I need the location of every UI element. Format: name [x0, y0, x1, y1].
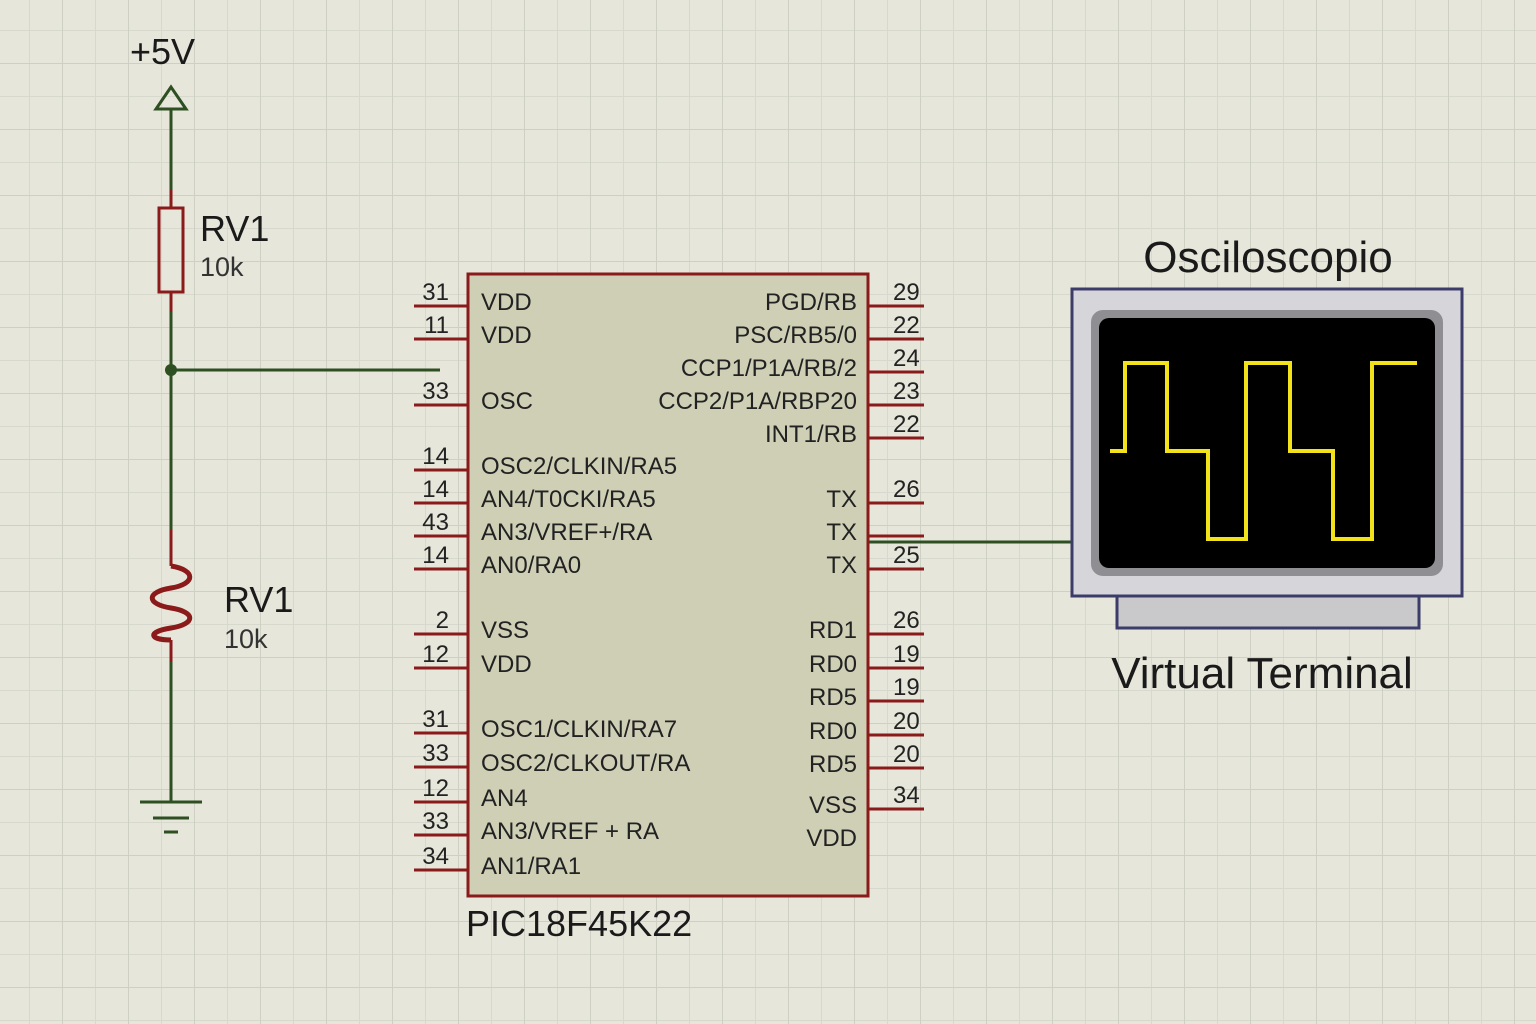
pin-number: 24	[893, 345, 920, 372]
pin-name: INT1/RB	[765, 421, 857, 448]
pin-number: 22	[893, 411, 920, 438]
pin-number: 25	[893, 542, 920, 569]
pin-name: AN3/VREF+/RA	[481, 519, 652, 546]
pin-number: 33	[422, 378, 449, 405]
pin-name: VDD	[806, 825, 857, 852]
pin-number: 12	[422, 775, 449, 802]
pin-name: AN4/T0CKI/RA5	[481, 486, 656, 513]
pin-name: RD5	[809, 751, 857, 778]
oscilloscope[interactable]	[1070, 287, 1464, 630]
pin-number: 14	[422, 443, 449, 470]
pin-number: 34	[422, 843, 449, 870]
pin-number: 43	[422, 509, 449, 536]
pin-name: TX	[826, 552, 857, 579]
pin-number: 31	[422, 706, 449, 733]
pin-number: 29	[893, 279, 920, 306]
pin-number: 14	[422, 476, 449, 503]
pin-number: 19	[893, 674, 920, 701]
mcu-part-label: PIC18F45K22	[466, 903, 692, 944]
pin-number: 33	[422, 740, 449, 767]
pin-name: VSS	[481, 617, 529, 644]
pin-number: 11	[424, 312, 449, 339]
pin-number: 22	[893, 312, 920, 339]
pin-name: AN1/RA1	[481, 853, 581, 880]
pin-number: 2	[436, 607, 449, 634]
oscilloscope-title: Osciloscopio	[1143, 233, 1392, 282]
pin-name: OSC1/CLKIN/RA7	[481, 716, 677, 743]
pin-name: TX	[826, 486, 857, 513]
pin-number: 34	[893, 782, 920, 809]
pin-number: 23	[893, 378, 920, 405]
potentiometer[interactable]	[149, 530, 193, 662]
pin-number: 26	[893, 607, 920, 634]
pin-name: RD0	[809, 651, 857, 678]
pin-name: VSS	[809, 792, 857, 819]
pin-number: 20	[893, 741, 920, 768]
power-arrow-icon	[153, 84, 189, 190]
pin-number: 26	[893, 476, 920, 503]
resistor[interactable]	[157, 190, 185, 312]
pin-name: VDD	[481, 651, 532, 678]
pin-name: AN4	[481, 785, 528, 812]
schematic-canvas: +5V RV1 10k RV1 10k PIC18F45K22 31 VDD 11 V…	[130, 31, 1464, 944]
pin-name: TX	[826, 519, 857, 546]
pin-number: 31	[422, 279, 449, 306]
pin-name: AN0/RA0	[481, 552, 581, 579]
pin-name: PGD/RB	[765, 289, 857, 316]
pin-number: 12	[422, 641, 449, 668]
pin-name: PSC/RB5/0	[734, 322, 857, 349]
junction-dot	[165, 364, 177, 376]
oscilloscope-caption: Virtual Terminal	[1111, 649, 1413, 698]
ground-icon	[140, 800, 202, 834]
pin-name: CCP1/P1A/RB/2	[681, 355, 857, 382]
pin-name: OSC2/CLKOUT/RA	[481, 750, 690, 777]
potentiometer-ref: RV1	[224, 579, 293, 620]
resistor-ref: RV1	[200, 208, 269, 249]
resistor-value: 10k	[200, 252, 244, 282]
pin-name: RD1	[809, 617, 857, 644]
mcu-pin-right[interactable]: VDD	[806, 825, 857, 852]
pin-number: 19	[893, 641, 920, 668]
pin-name: CCP2/P1A/RBP20	[658, 388, 857, 415]
pin-name: OSC2/CLKIN/RA5	[481, 453, 677, 480]
oscilloscope-stand	[1115, 592, 1421, 630]
power-label: +5V	[130, 31, 195, 72]
pin-name: VDD	[481, 322, 532, 349]
pin-number: 14	[422, 542, 449, 569]
pin-name: AN3/VREF + RA	[481, 818, 659, 845]
potentiometer-value: 10k	[224, 624, 268, 654]
pin-name: OSC	[481, 388, 533, 415]
pin-number: 33	[422, 808, 449, 835]
oscilloscope-screen	[1099, 318, 1435, 568]
pin-number: 20	[893, 708, 920, 735]
pin-name: RD0	[809, 718, 857, 745]
pin-name: VDD	[481, 289, 532, 316]
pin-name: RD5	[809, 684, 857, 711]
